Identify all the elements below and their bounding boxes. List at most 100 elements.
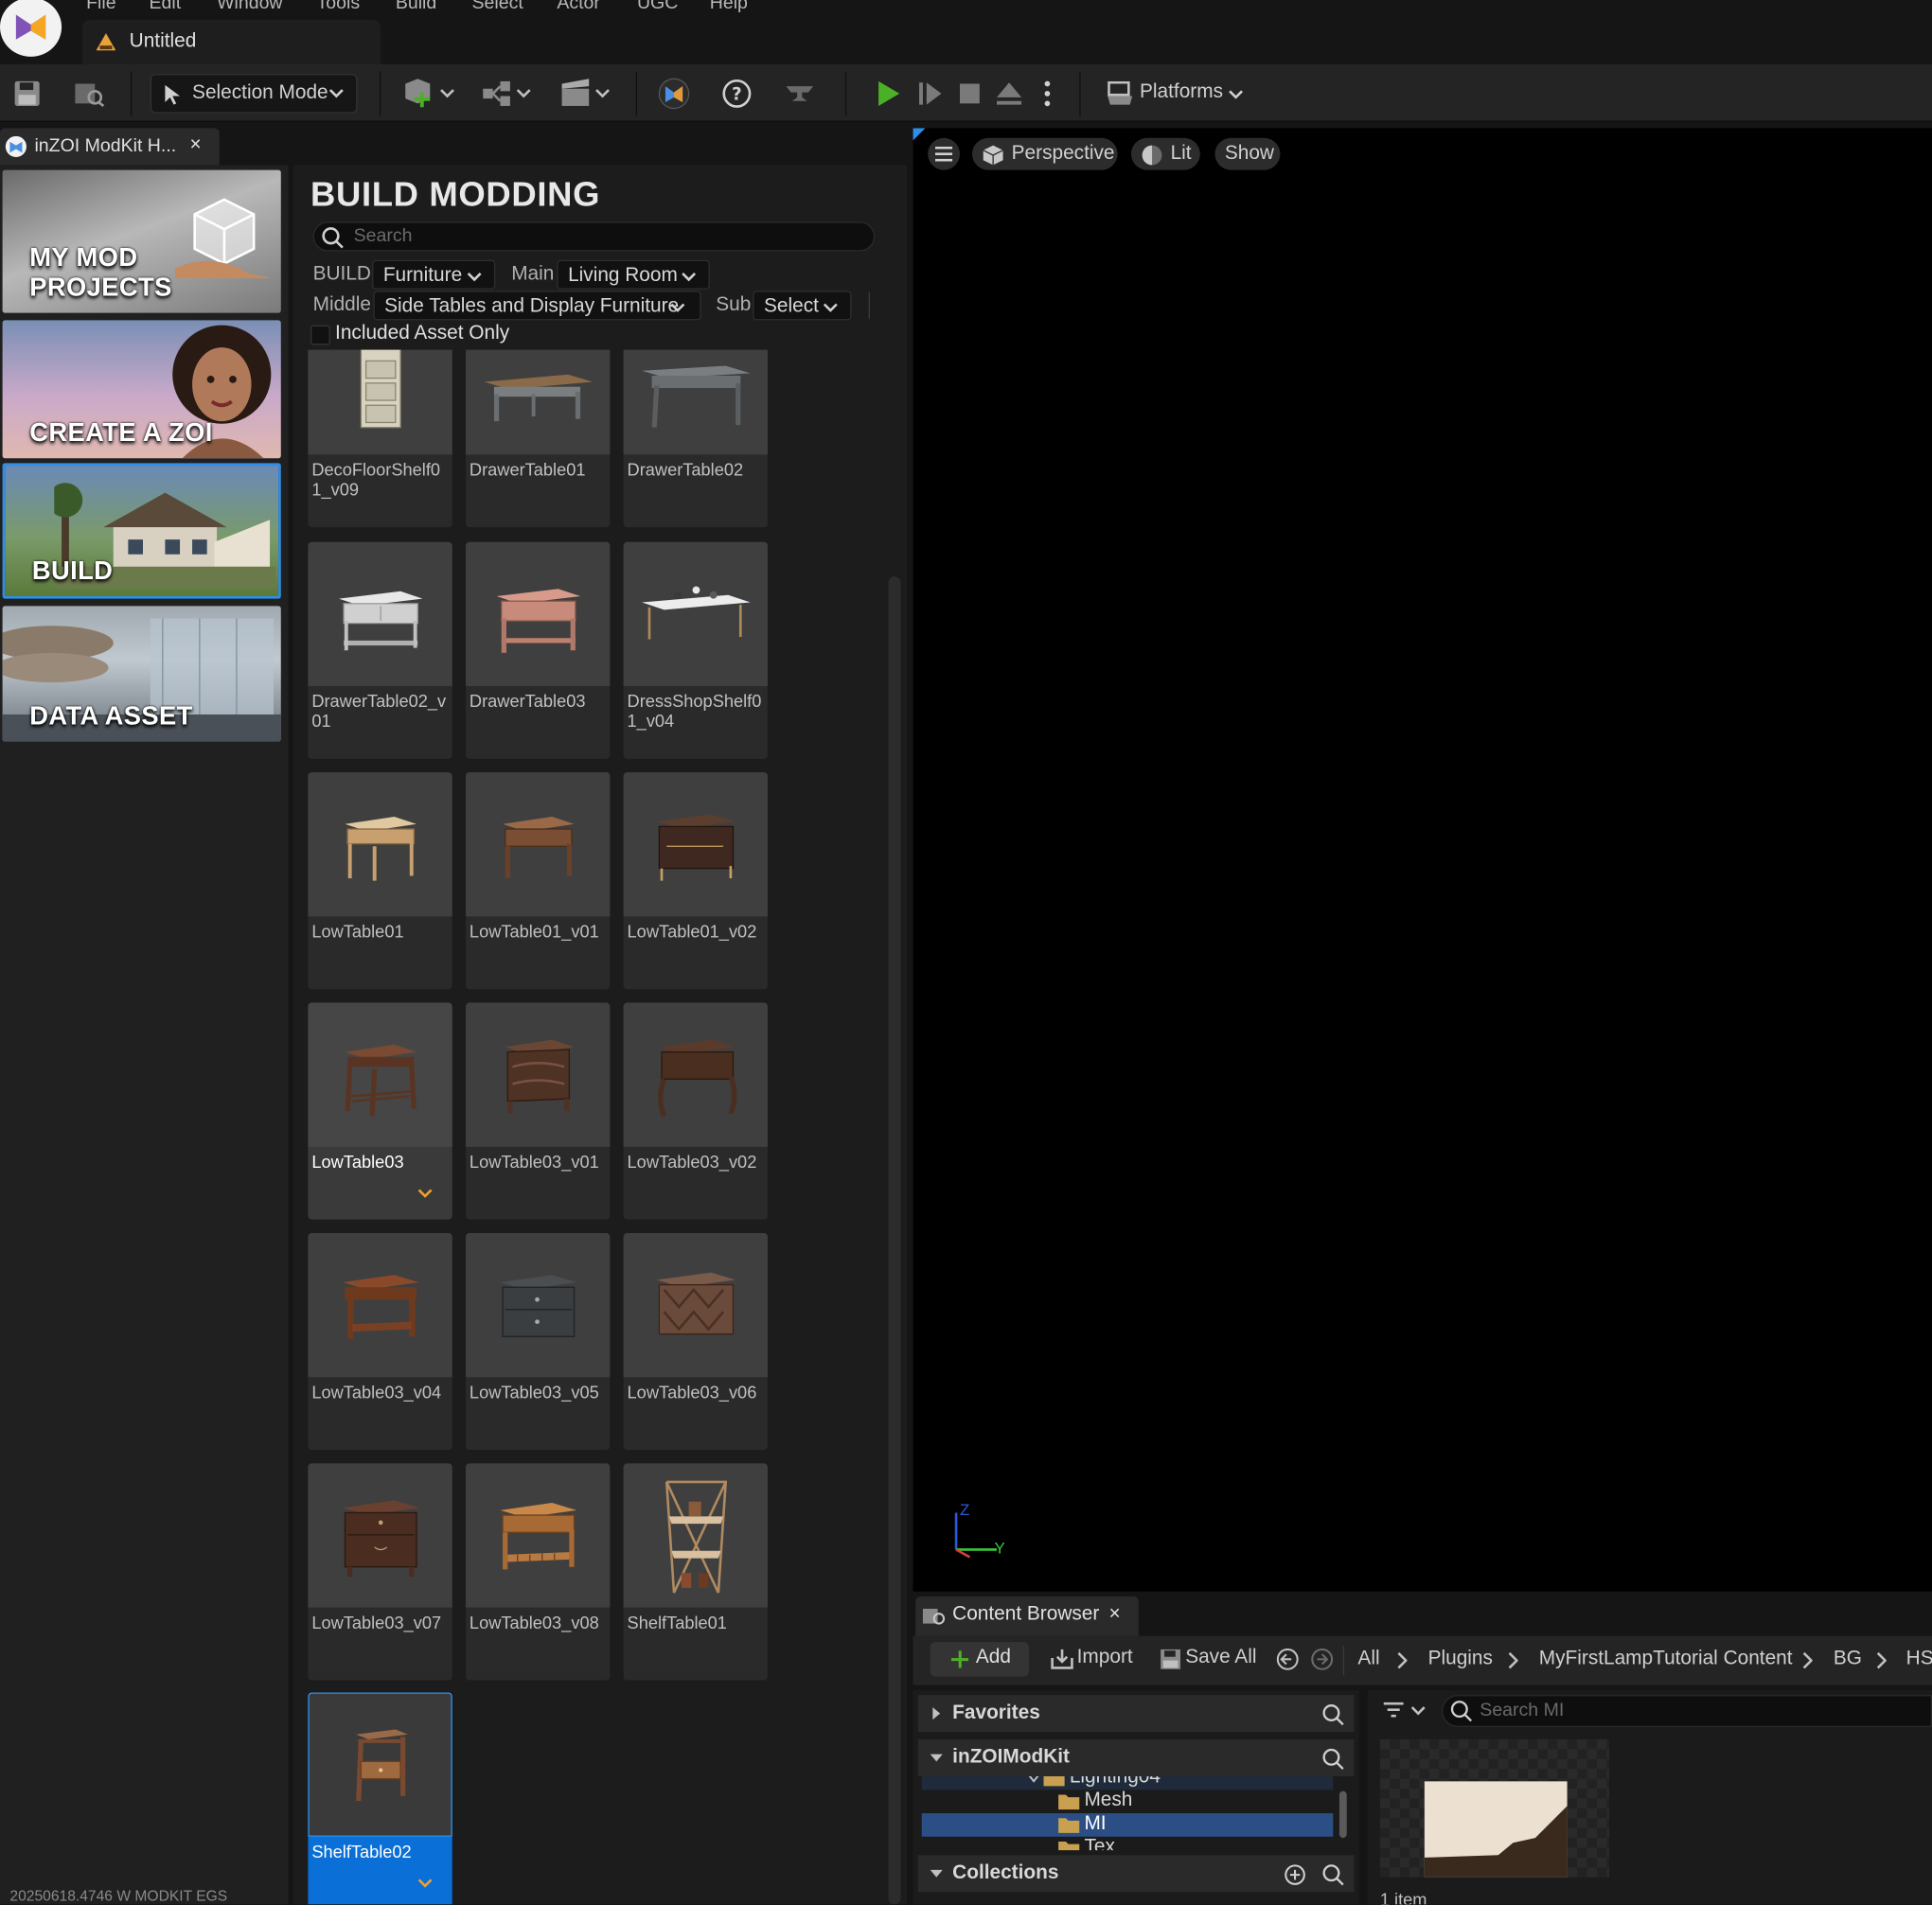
favorites-header[interactable]: Favorites [917,1695,1355,1733]
collections-header[interactable]: Collections [917,1855,1355,1893]
asset-tile[interactable]: DrawerTable02_v01 [308,541,452,759]
inzoimodkit-header[interactable]: inZOIModKit [917,1738,1355,1776]
viewport-menu-button[interactable] [928,137,960,170]
tree-scrollbar[interactable] [1338,1790,1347,1839]
asset-tile[interactable]: LowTable03_v06 [623,1232,768,1451]
sub-category-dropdown[interactable]: Select [753,291,852,321]
more-options-icon[interactable] [1037,78,1057,110]
asset-tile[interactable]: LowTable03_v04 [308,1232,452,1451]
asset-tile[interactable]: DrawerTable02 [623,349,768,528]
menu-window[interactable]: Window [217,0,282,13]
tree-item-mi-selected[interactable]: MI [921,1813,1334,1837]
chevron-down-icon [682,273,697,282]
chevron-down-icon[interactable] [417,1188,434,1200]
document-tab[interactable]: Untitled [82,19,381,64]
menu-tools[interactable]: Tools [317,0,361,13]
lit-button[interactable]: Lit [1130,137,1200,170]
browse-icon[interactable] [74,79,106,108]
blueprint-icon[interactable] [481,77,535,111]
asset-search-input[interactable]: Search MI [1441,1695,1932,1727]
drawer-table-thumbnail [338,591,422,650]
data-asset-card[interactable]: DATA ASSET [2,606,281,742]
modkit-hub-tab[interactable]: inZOI ModKit H... × [0,128,220,166]
close-tab-icon[interactable]: × [1108,1604,1120,1626]
menu-edit[interactable]: Edit [150,0,182,13]
asset-tile[interactable]: DrawerTable03 [466,541,611,759]
tree-item-lighting04[interactable]: Lighting04 [921,1775,1334,1790]
build-category-dropdown[interactable]: Furniture [372,259,496,290]
selection-mode-dropdown[interactable]: Selection Mode [150,74,358,114]
main-category-dropdown[interactable]: Living Room [557,259,710,290]
middle-category-dropdown[interactable]: Side Tables and Display Furniture [373,291,701,321]
cinematics-icon[interactable] [559,77,613,111]
add-collection-icon[interactable] [1284,1863,1305,1885]
perspective-label: Perspective [1011,142,1115,165]
asset-tile[interactable]: LowTable03_v01 [466,1002,611,1220]
build-version: 20250618.4746 W MODKIT EGS [9,1887,228,1905]
asset-tile[interactable]: LowTable03_v05 [466,1232,611,1451]
data-asset-label: DATA ASSET [29,701,193,731]
asset-tile[interactable]: LowTable03_v08 [466,1463,611,1681]
stop-icon[interactable] [953,78,985,110]
search-icon[interactable] [1322,1703,1344,1726]
filter-divider [868,291,870,320]
chevron-down-icon[interactable] [417,1878,434,1890]
menu-ugc[interactable]: UGC [637,0,678,13]
back-icon[interactable] [1276,1648,1299,1670]
platforms-dropdown[interactable]: Platforms [1106,77,1253,111]
content-browser-tab[interactable]: Content Browser × [915,1596,1139,1636]
breadcrumb-hs[interactable]: HS [1906,1649,1932,1670]
asset-grid-scrollbar[interactable] [888,576,901,1905]
play-icon[interactable] [873,78,905,110]
show-button[interactable]: Show [1214,137,1281,170]
menu-file[interactable]: File [86,0,115,13]
anvil-icon[interactable] [784,79,816,108]
menu-help[interactable]: Help [710,0,748,13]
menu-select[interactable]: Select [472,0,523,13]
modkit-icon[interactable] [658,78,690,110]
breadcrumb-plugins[interactable]: Plugins [1428,1649,1493,1670]
tree-item-tex[interactable]: Tex [922,1837,1334,1851]
asset-tile[interactable]: LowTable01_v02 [623,772,768,990]
tree-item-mesh[interactable]: Mesh [922,1790,1334,1813]
app-logo-icon[interactable] [0,0,62,57]
help-icon[interactable]: ? [720,78,753,110]
add-actor-icon[interactable] [401,77,455,111]
asset-tile[interactable]: LowTable01_v01 [466,772,611,990]
menu-actor[interactable]: Actor [557,0,600,13]
step-forward-icon[interactable] [914,78,947,110]
search-icon[interactable] [1322,1863,1344,1886]
asset-thumbnail-tile[interactable] [1379,1738,1609,1878]
asset-tile[interactable]: LowTable03_v02 [623,1002,768,1220]
eject-icon[interactable] [993,78,1025,110]
asset-tile[interactable]: LowTable01 [308,772,452,990]
save-icon[interactable] [12,79,42,108]
perspective-button[interactable]: Perspective [972,137,1118,170]
main-category-value: Living Room [568,264,678,286]
breadcrumb-plugin-content[interactable]: MyFirstLampTutorial Content [1539,1649,1793,1670]
my-mod-projects-card[interactable]: MY MOD PROJECTS [2,169,281,313]
included-asset-only-checkbox[interactable] [310,325,330,345]
close-tab-icon[interactable]: × [189,134,201,156]
asset-tile-expanded[interactable]: LowTable03 [308,1002,452,1220]
search-icon[interactable] [1322,1748,1344,1771]
asset-name: DrawerTable03 [469,691,586,712]
build-card[interactable]: BUILD [2,463,281,599]
create-a-zoi-card[interactable]: CREATE A ZOI [2,320,281,459]
menu-build[interactable]: Build [396,0,436,13]
add-button[interactable]: Add [930,1642,1029,1677]
level-viewport[interactable]: Perspective Lit Show Z Y [913,128,1932,1592]
asset-tile[interactable]: DrawerTable01 [466,349,611,528]
item-count: 1 item [1379,1889,1427,1905]
filter-icon[interactable] [1382,1702,1427,1721]
asset-tile[interactable]: LowTable03_v07 [308,1463,452,1681]
breadcrumb-bg[interactable]: BG [1834,1649,1862,1670]
asset-name: LowTable03_v02 [627,1152,757,1172]
asset-tile[interactable]: ShelfTable01 [623,1463,768,1681]
breadcrumb-all[interactable]: All [1357,1649,1379,1670]
asset-tile[interactable]: DecoFloorShelf01_v09 [308,349,452,528]
asset-tile-selected[interactable]: ShelfTable02 [308,1692,452,1905]
search-input[interactable]: Search [312,221,876,252]
asset-tile[interactable]: DressShopShelf01_v04 [623,541,768,759]
forward-icon[interactable] [1311,1648,1334,1670]
